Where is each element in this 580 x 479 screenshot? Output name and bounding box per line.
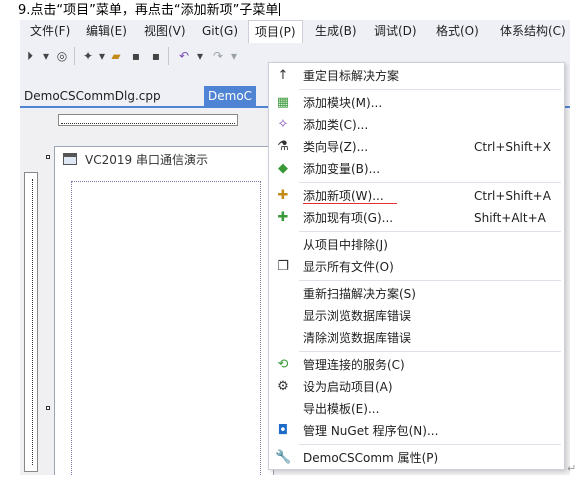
nav-circle-icon[interactable]: ◎ xyxy=(54,48,70,64)
dialog-client-area xyxy=(71,181,261,475)
dropdown-arrow-icon[interactable]: ▾ xyxy=(38,48,54,64)
menu-debug[interactable]: 调试(D) xyxy=(368,20,423,42)
add-module-icon: ▦ xyxy=(276,95,290,110)
class-wizard-icon: ⚗ xyxy=(277,139,289,154)
wrench-icon: 🔧 xyxy=(275,450,292,465)
project-menu-dropdown: ↑ 重定目标解决方案 ▦ 添加模块(M)... ✧ 添加类(C)... ⚗ 类向导(Z)… xyxy=(268,62,565,470)
save-icon[interactable]: ▪ xyxy=(128,48,144,64)
add-new-item-icon: ✚ xyxy=(277,188,289,203)
nuget-icon: ◘ xyxy=(277,423,289,438)
caption-text: 9.点击“项目”菜单，再点击“添加新项”子菜单 xyxy=(18,3,279,18)
menu-item-add-existing-item[interactable]: ✚ 添加现有项(G)... Shift+Alt+A xyxy=(269,207,564,229)
gear-icon: ⚙ xyxy=(277,379,289,394)
connected-services-icon: ⟲ xyxy=(277,357,289,372)
menu-project[interactable]: 项目(P) xyxy=(248,20,303,43)
red-underline-annotation xyxy=(303,203,397,204)
menu-item-class-wizard[interactable]: ⚗ 类向导(Z)... Ctrl+Shift+X xyxy=(269,136,564,158)
undo-icon[interactable]: ↶ xyxy=(176,48,192,64)
add-existing-item-icon: ✚ xyxy=(277,210,289,225)
menu-separator xyxy=(299,351,561,352)
menu-build[interactable]: 生成(B) xyxy=(309,20,363,42)
redo-icon[interactable]: ↷ xyxy=(210,48,226,64)
menu-item-rescan[interactable]: 重新扫描解决方案(S) xyxy=(269,283,564,305)
add-variable-icon: ◆ xyxy=(278,161,288,176)
show-all-files-icon: ❐ xyxy=(277,259,289,274)
menu-item-set-startup[interactable]: ⚙ 设为启动项目(A) xyxy=(269,376,564,398)
tab-democscommdlg-cpp[interactable]: DemoCSCommDlg.cpp xyxy=(20,86,165,106)
menu-item-show-db-errors[interactable]: 显示浏览数据库错误 xyxy=(269,305,564,327)
menu-view[interactable]: 视图(V) xyxy=(138,20,192,42)
menu-separator xyxy=(299,444,561,445)
menu-item-properties[interactable]: 🔧 DemoCSComm 属性(P) xyxy=(269,447,564,469)
menu-item-add-variable[interactable]: ◆ 添加变量(B)... xyxy=(269,158,564,180)
menu-file[interactable]: 文件(F) xyxy=(24,20,76,42)
menu-architecture[interactable]: 体系结构(C) xyxy=(494,20,570,42)
dialog-preview[interactable]: VC2019 串口通信演示 xyxy=(54,146,274,475)
menu-item-clear-db-errors[interactable]: 清除浏览数据库错误 xyxy=(269,327,564,349)
arrow-up-icon: ↑ xyxy=(277,68,289,83)
menu-git[interactable]: Git(G) xyxy=(196,20,244,42)
tab-resource-editor[interactable]: DemoC xyxy=(204,86,257,106)
menu-item-connected-services[interactable]: ⟲ 管理连接的服务(C) xyxy=(269,354,564,376)
menu-separator xyxy=(299,280,561,281)
ide-window: 文件(F) 编辑(E) 视图(V) Git(G) 项目(P) 生成(B) 调试(… xyxy=(20,20,570,475)
menu-item-exclude[interactable]: 从项目中排除(J) xyxy=(269,234,564,256)
add-class-icon: ✧ xyxy=(277,117,289,132)
menu-item-show-all-files[interactable]: ❐ 显示所有文件(O) xyxy=(269,256,564,278)
save-all-icon[interactable]: ▪ xyxy=(148,48,164,64)
text-cursor xyxy=(279,3,281,16)
menu-item-add-new-item[interactable]: ✚ 添加新项(W)... Ctrl+Shift+A xyxy=(269,185,564,207)
instruction-caption: 9.点击“项目”菜单，再点击“添加新项”子菜单 xyxy=(18,2,281,20)
menu-format[interactable]: 格式(O) xyxy=(430,20,485,42)
menu-item-add-module[interactable]: ▦ 添加模块(M)... xyxy=(269,92,564,114)
dropdown-arrow-icon[interactable]: ▾ xyxy=(226,48,242,64)
dropdown-arrow-icon[interactable]: ▾ xyxy=(192,48,208,64)
toolbar-separator xyxy=(168,47,169,65)
forward-icon[interactable]: ⏵ xyxy=(22,48,38,64)
menu-item-export-template[interactable]: 导出模板(E)... xyxy=(269,398,564,420)
open-folder-icon[interactable]: ▰ xyxy=(108,48,124,64)
menu-bar: 文件(F) 编辑(E) 视图(V) Git(G) 项目(P) 生成(B) 调试(… xyxy=(20,20,570,43)
resize-handle[interactable] xyxy=(46,155,50,159)
vertical-ruler xyxy=(24,172,38,472)
menu-item-add-class[interactable]: ✧ 添加类(C)... xyxy=(269,114,564,136)
horizontal-ruler xyxy=(58,114,238,126)
menu-item-nuget[interactable]: ◘ 管理 NuGet 程序包(N)... xyxy=(269,420,564,442)
menu-separator xyxy=(299,89,561,90)
paragraph-mark-icon: ↵ xyxy=(567,462,577,475)
toolbar-separator xyxy=(74,47,75,65)
menu-separator xyxy=(299,182,561,183)
menu-edit[interactable]: 编辑(E) xyxy=(80,20,133,42)
resize-handle[interactable] xyxy=(46,406,50,410)
menu-separator xyxy=(299,231,561,232)
dialog-title: VC2019 串口通信演示 xyxy=(85,153,208,167)
menu-item-retarget[interactable]: ↑ 重定目标解决方案 xyxy=(269,65,564,87)
